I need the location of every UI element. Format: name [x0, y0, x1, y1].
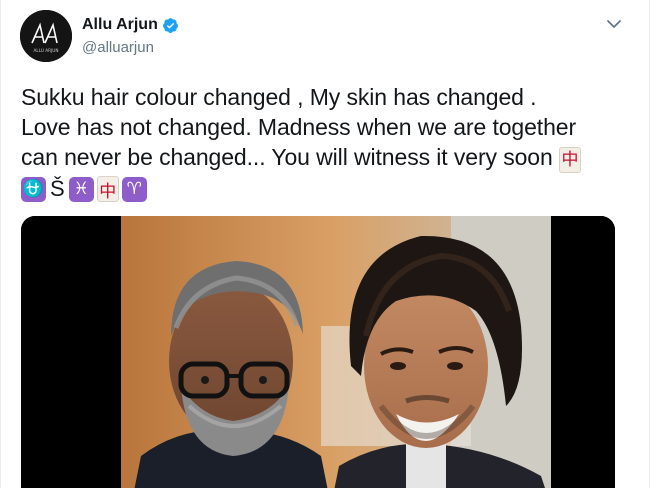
- s-caron-char: Š: [50, 176, 65, 201]
- avatar-caption: ALLU ARJUN: [34, 48, 59, 53]
- tweet-text: Sukku hair colour changed , My skin has …: [21, 82, 631, 173]
- tweet-line-3: can never be changed... You will witness…: [21, 142, 631, 173]
- selfie-photo: [21, 216, 615, 488]
- tweet-card: ALLU ARJUN Allu Arjun @alluarjun Sukku h…: [0, 0, 650, 488]
- chevron-down-icon[interactable]: [604, 14, 624, 34]
- avatar-logo: ALLU ARJUN: [20, 10, 72, 62]
- tweet-photo[interactable]: [21, 216, 615, 488]
- tweet-line-1: Sukku hair colour changed , My skin has …: [21, 84, 537, 110]
- author-handle[interactable]: @alluarjun: [82, 39, 154, 56]
- verified-badge-icon: [162, 17, 179, 34]
- tweet-line-2: Love has not changed. Madness when we ar…: [21, 114, 577, 140]
- tweet-line-3-text: can never be changed... You will witness…: [21, 144, 553, 170]
- mahjong-red-dragon-icon: 中: [558, 147, 581, 173]
- author-name-row[interactable]: Allu Arjun: [82, 16, 179, 34]
- emoji-row: ⛎ Š ♓ 中 ♈: [21, 176, 147, 202]
- author-display-name[interactable]: Allu Arjun: [82, 16, 158, 34]
- ophiuchus-sign-icon: ⛎: [21, 176, 46, 202]
- avatar[interactable]: ALLU ARJUN: [20, 10, 72, 62]
- pisces-sign-icon: ♓: [68, 176, 94, 202]
- aries-sign-icon: ♈: [121, 176, 147, 202]
- mahjong-red-dragon-icon: 中: [96, 176, 119, 202]
